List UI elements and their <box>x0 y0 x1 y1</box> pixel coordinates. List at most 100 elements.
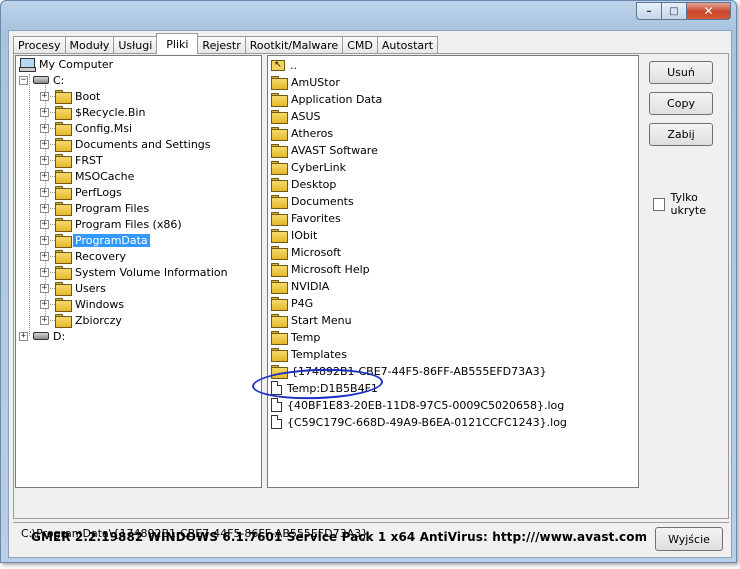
list-item-folder[interactable]: Temp <box>271 329 320 345</box>
tab-cmd[interactable]: CMD <box>342 36 378 54</box>
expand-icon[interactable]: + <box>40 251 49 261</box>
list-item-folder[interactable]: ASUS <box>271 108 321 124</box>
list-item-folder[interactable]: NVIDIA <box>271 278 329 294</box>
delete-button[interactable]: Usuń <box>649 61 713 84</box>
list-item-folder[interactable]: Atheros <box>271 125 333 141</box>
folder-icon <box>271 161 288 175</box>
tree-node-my-computer[interactable]: My Computer <box>19 56 113 72</box>
expand-icon[interactable]: + <box>40 299 49 309</box>
tree-folder-item[interactable]: + Program Files <box>40 200 149 216</box>
tree-folder-item[interactable]: + System Volume Information <box>40 264 228 280</box>
tree-folder-item[interactable]: + Users <box>40 280 106 296</box>
tab-rootkit-malware[interactable]: Rootkit/Malware <box>244 36 344 54</box>
tab-moduly[interactable]: Moduły <box>64 36 115 54</box>
list-item-folder[interactable]: Microsoft <box>271 244 341 260</box>
expand-icon[interactable]: + <box>40 91 49 101</box>
list-item-folder[interactable]: P4G <box>271 295 313 311</box>
list-item-label: {C59C179C-668D-49A9-B6EA-0121CCFC1243}.l… <box>287 415 567 429</box>
gmer-window: – □ ✕ Procesy Moduły Usługi Pliki Rejest… <box>0 0 737 563</box>
tab-procesy[interactable]: Procesy <box>13 36 66 54</box>
tab-autostart[interactable]: Autostart <box>376 36 439 54</box>
hidden-only-option[interactable]: Tylko ukryte <box>653 191 728 217</box>
expand-icon[interactable]: + <box>40 315 49 325</box>
list-item-folder[interactable]: Application Data <box>271 91 382 107</box>
list-item-label: Documents <box>291 194 354 208</box>
status-text: GMER 2.2.19882 WINDOWS 6.1.7601 Service … <box>31 530 646 544</box>
tree-folder-item[interactable]: + ProgramData <box>40 232 150 248</box>
tree-folder-item[interactable]: + Program Files (x86) <box>40 216 182 232</box>
folder-tree[interactable]: My Computer − C: + Boot + $Recycle.Bin + Conf… <box>15 55 262 488</box>
tree-folder-item[interactable]: + $Recycle.Bin <box>40 104 145 120</box>
expand-icon[interactable]: + <box>40 107 49 117</box>
expand-icon[interactable]: + <box>40 123 49 133</box>
list-item-label: NVIDIA <box>291 279 330 293</box>
list-item-label: Temp:D1B5B4F1 <box>287 381 378 395</box>
tree-folder-item[interactable]: + MSOCache <box>40 168 134 184</box>
list-item-label: Temp <box>291 330 321 344</box>
tab-rejestr[interactable]: Rejestr <box>197 36 246 54</box>
list-item-parent[interactable]: ↖ .. <box>271 57 297 73</box>
expand-icon[interactable]: + <box>19 331 28 341</box>
list-item-label: Microsoft Help <box>291 262 370 276</box>
tree-folder-label: MSOCache <box>75 169 135 183</box>
list-item-label: IObit <box>291 228 318 242</box>
folder-icon <box>271 263 288 277</box>
tree-node-drive-c[interactable]: − C: <box>19 72 64 88</box>
maximize-button[interactable]: □ <box>662 2 687 20</box>
tree-folder-label: Recovery <box>75 249 127 263</box>
tree-folder-item[interactable]: + Windows <box>40 296 124 312</box>
expand-icon[interactable]: + <box>40 283 49 293</box>
list-item-folder[interactable]: Favorites <box>271 210 341 226</box>
tree-folder-item[interactable]: + PerfLogs <box>40 184 122 200</box>
list-item-folder[interactable]: CyberLink <box>271 159 346 175</box>
tab-uslugi[interactable]: Usługi <box>113 36 158 54</box>
list-item-folder[interactable]: AVAST Software <box>271 142 378 158</box>
tree-node-drive-d[interactable]: + D: <box>19 328 65 344</box>
tree-folder-item[interactable]: + Documents and Settings <box>40 136 211 152</box>
collapse-icon[interactable]: − <box>19 75 28 85</box>
folder-icon <box>271 127 288 141</box>
close-button[interactable]: ✕ <box>687 2 731 20</box>
list-item-file[interactable]: {C59C179C-668D-49A9-B6EA-0121CCFC1243}.l… <box>271 414 567 430</box>
tree-folder-item[interactable]: + FRST <box>40 152 103 168</box>
list-item-folder[interactable]: IObit <box>271 227 317 243</box>
minimize-button[interactable]: – <box>636 2 662 20</box>
hidden-only-checkbox[interactable] <box>653 197 665 211</box>
list-item-folder[interactable]: AmUStor <box>271 74 340 90</box>
list-item-folder[interactable]: {174892B1-CBE7-44F5-86FF-AB555EFD73A3} <box>271 363 547 379</box>
tree-folder-item[interactable]: + Recovery <box>40 248 126 264</box>
expand-icon[interactable]: + <box>40 187 49 197</box>
folder-icon <box>271 365 288 379</box>
copy-button[interactable]: Copy <box>649 92 713 115</box>
folder-icon <box>55 298 72 312</box>
expand-icon[interactable]: + <box>40 155 49 165</box>
drive-icon <box>33 332 49 340</box>
expand-icon[interactable]: + <box>40 219 49 229</box>
expand-icon[interactable]: + <box>40 235 49 245</box>
tree-folder-label: PerfLogs <box>75 185 122 199</box>
folder-icon <box>55 314 72 328</box>
list-item-file[interactable]: Temp:D1B5B4F1 <box>271 380 378 396</box>
file-list[interactable]: ↖ .. AmUStor Application Data ASUS Atheros A… <box>267 55 639 488</box>
exit-button[interactable]: Wyjście <box>655 527 723 551</box>
tree-folder-label: Config.Msi <box>75 121 133 135</box>
tree-folder-item[interactable]: + Config.Msi <box>40 120 132 136</box>
expand-icon[interactable]: + <box>40 203 49 213</box>
list-item-folder[interactable]: Microsoft Help <box>271 261 370 277</box>
tree-folder-item[interactable]: + Boot <box>40 88 100 104</box>
tree-folder-item[interactable]: + Zbiorczy <box>40 312 122 328</box>
kill-button[interactable]: Zabij <box>649 123 713 146</box>
expand-icon[interactable]: + <box>40 171 49 181</box>
tree-folder-label: Program Files (x86) <box>75 217 182 231</box>
folder-icon <box>55 250 72 264</box>
list-item-folder[interactable]: Start Menu <box>271 312 352 328</box>
list-item-folder[interactable]: Templates <box>271 346 347 362</box>
expand-icon[interactable]: + <box>40 139 49 149</box>
list-item-folder[interactable]: Documents <box>271 193 354 209</box>
tab-pliki[interactable]: Pliki <box>156 33 199 54</box>
folder-icon <box>55 106 72 120</box>
tree-folder-label: Boot <box>75 89 101 103</box>
list-item-file[interactable]: {40BF1E83-20EB-11D8-97C5-0009C5020658}.l… <box>271 397 564 413</box>
expand-icon[interactable]: + <box>40 267 49 277</box>
list-item-folder[interactable]: Desktop <box>271 176 336 192</box>
